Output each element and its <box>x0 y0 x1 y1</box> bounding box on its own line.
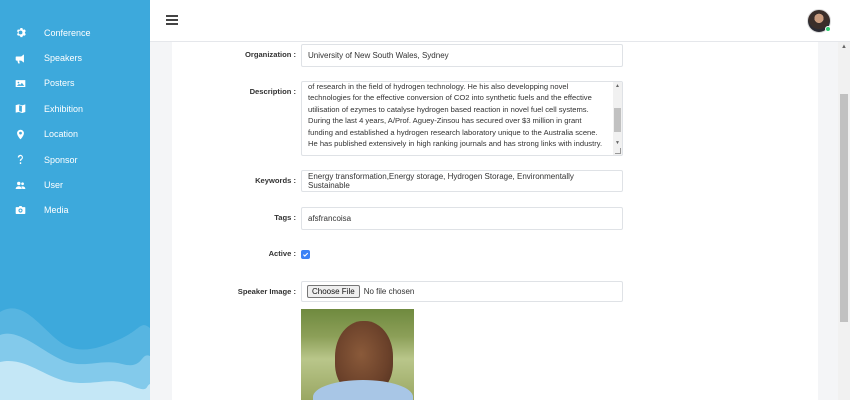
megaphone-icon <box>14 52 26 64</box>
description-scrollbar[interactable]: ▲ ▼ <box>613 82 622 155</box>
page-scroll-up-icon[interactable]: ▲ <box>838 42 850 52</box>
avatar[interactable] <box>807 9 831 33</box>
sidebar-item-label: User <box>44 180 64 191</box>
page-scroll-thumb[interactable] <box>840 94 848 322</box>
file-status-text: No file chosen <box>363 287 415 296</box>
camera-icon <box>14 204 26 216</box>
online-status-dot <box>825 26 831 32</box>
sidebar-item-label: Speakers <box>44 53 83 64</box>
page-scrollbar[interactable]: ▲ <box>838 42 850 400</box>
sidebar-item-speakers[interactable]: Speakers <box>0 45 150 70</box>
sidebar-item-label: Location <box>44 129 79 140</box>
sidebar-item-label: Posters <box>44 78 75 89</box>
sidebar-item-media[interactable]: Media <box>0 198 150 223</box>
sidebar-item-label: Exhibition <box>44 103 84 114</box>
organization-field[interactable]: University of New South Wales, Sydney <box>301 44 623 67</box>
sidebar-item-sponsor[interactable]: Sponsor <box>0 147 150 172</box>
sidebar-item-user[interactable]: User <box>0 172 150 197</box>
sidebar-menu: Conference Speakers Posters Exhibition L… <box>0 20 150 223</box>
speaker-form: Organization : University of New South W… <box>172 42 818 400</box>
book-open-icon <box>14 103 26 115</box>
question-icon <box>14 154 26 166</box>
tags-field[interactable]: afsfrancoisa <box>301 207 623 230</box>
scroll-thumb[interactable] <box>614 108 621 132</box>
description-label: Description : <box>249 87 296 96</box>
map-pin-icon <box>14 128 26 140</box>
gear-icon <box>14 27 26 39</box>
keywords-field[interactable]: Energy transformation,Energy storage, Hy… <box>301 170 623 192</box>
sidebar-item-conference[interactable]: Conference <box>0 20 150 45</box>
description-text: of research in the field of hydrogen tec… <box>308 82 603 149</box>
sidebar-item-exhibition[interactable]: Exhibition <box>0 96 150 121</box>
speaker-shirt <box>313 380 413 400</box>
scroll-up-icon[interactable]: ▲ <box>613 82 622 90</box>
sidebar: Conference Speakers Posters Exhibition L… <box>0 0 150 400</box>
main-content: Organization : University of New South W… <box>150 42 838 400</box>
sidebar-item-location[interactable]: Location <box>0 122 150 147</box>
hamburger-icon[interactable] <box>166 15 178 25</box>
check-icon <box>303 252 309 257</box>
tags-label: Tags : <box>274 213 296 222</box>
speaker-photo <box>301 309 414 400</box>
keywords-label: Keywords : <box>255 176 296 185</box>
active-checkbox[interactable] <box>301 250 310 259</box>
sidebar-wave-decoration <box>0 308 150 400</box>
resize-handle-icon[interactable] <box>615 148 621 154</box>
sidebar-item-label: Conference <box>44 27 91 38</box>
active-label: Active : <box>268 249 296 258</box>
sidebar-item-label: Sponsor <box>44 154 78 165</box>
users-icon <box>14 179 26 191</box>
scroll-down-icon[interactable]: ▼ <box>613 139 622 147</box>
image-icon <box>14 77 26 89</box>
speaker-image-input[interactable]: Choose File No file chosen <box>301 281 623 302</box>
topbar <box>150 0 850 42</box>
organization-label: Organization : <box>244 50 296 59</box>
sidebar-item-posters[interactable]: Posters <box>0 71 150 96</box>
speaker-image-label: Speaker Image : <box>237 287 296 296</box>
choose-file-button[interactable]: Choose File <box>307 285 360 298</box>
description-textarea[interactable]: of research in the field of hydrogen tec… <box>301 81 623 156</box>
sidebar-item-label: Media <box>44 205 69 216</box>
